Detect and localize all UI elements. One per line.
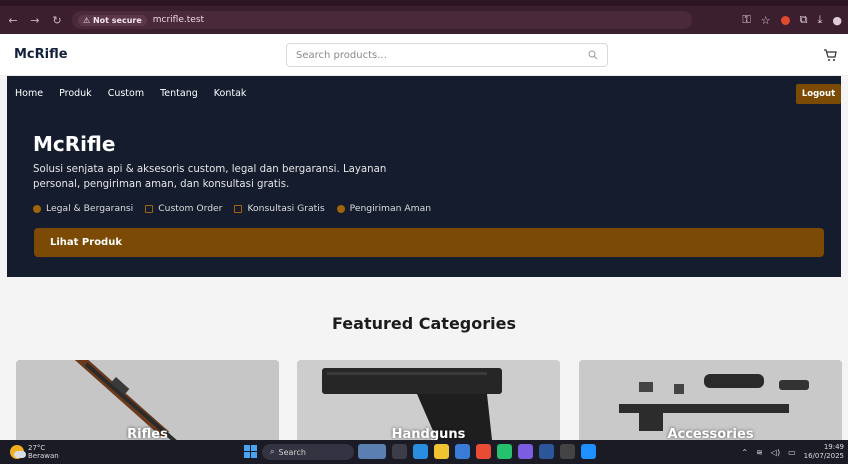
puzzle-icon[interactable]: ⧉ — [800, 13, 808, 27]
system-tray: ⌃ ≋ ◁) ▭ 19:49 16/07/2025 — [741, 443, 844, 461]
view-products-button[interactable]: Lihat Produk — [34, 228, 824, 257]
truck-icon — [336, 204, 345, 213]
feature-label: Pengiriman Aman — [349, 203, 432, 214]
clock[interactable]: 19:49 16/07/2025 — [804, 443, 844, 461]
os-taskbar: 27°C Berawan ⌕ Search ⌃ ≋ ◁) ▭ 19:49 16/… — [0, 440, 848, 464]
app-icon[interactable] — [518, 444, 533, 459]
nav-item-custom[interactable]: Custom — [108, 88, 144, 99]
feature-label: Legal & Bergaransi — [46, 203, 134, 214]
download-icon[interactable]: ⤓ — [818, 13, 823, 27]
security-badge[interactable]: ⚠ Not secure — [78, 14, 147, 26]
logout-button[interactable]: Logout — [796, 84, 841, 104]
store-icon[interactable] — [455, 444, 470, 459]
site-logo[interactable]: McRifle — [14, 47, 68, 62]
hero-section: Home Produk Custom Tentang Kontak Logout… — [7, 76, 841, 277]
feature-label: Konsultasi Gratis — [247, 203, 325, 214]
search-placeholder: Search products... — [296, 49, 387, 61]
feature-item: Custom Order — [145, 203, 222, 214]
screen: ← → ↻ ⚠ Not secure mcrifle.test ⚿ ☆ ⧉ ⤓ … — [0, 0, 848, 464]
temperature: 27°C — [28, 444, 46, 452]
search-input[interactable]: Search products... — [286, 43, 608, 67]
feature-item: Konsultasi Gratis — [234, 203, 325, 214]
category-label: Handguns — [391, 427, 466, 440]
file-explorer-icon[interactable] — [434, 444, 449, 459]
taskbar-search[interactable]: ⌕ Search — [262, 444, 354, 460]
extension-icon[interactable] — [780, 15, 790, 25]
forward-icon[interactable]: → — [28, 14, 42, 27]
security-label: Not secure — [92, 15, 142, 25]
hero-title: McRifle — [33, 132, 116, 156]
task-view-icon[interactable] — [392, 444, 407, 459]
weather-text: Berawan — [28, 452, 59, 460]
profile-icon[interactable]: ● — [832, 14, 842, 27]
category-card-rifles[interactable]: Rifles — [16, 360, 279, 440]
start-icon[interactable] — [244, 445, 257, 458]
main-nav: Home Produk Custom Tentang Kontak — [15, 88, 246, 99]
category-card-accessories[interactable]: Accessories — [579, 360, 842, 440]
nav-item-kontak[interactable]: Kontak — [214, 88, 247, 99]
category-label: Accessories — [667, 427, 754, 440]
url-text: mcrifle.test — [152, 15, 205, 25]
chat-icon — [234, 204, 243, 213]
reload-icon[interactable]: ↻ — [50, 14, 64, 27]
wifi-icon[interactable]: ≋ — [756, 448, 763, 457]
address-bar[interactable]: ⚠ Not secure mcrifle.test — [72, 11, 692, 29]
category-card-handguns[interactable]: Handguns — [297, 360, 560, 440]
key-icon[interactable]: ⚿ — [742, 13, 750, 27]
nav-item-home[interactable]: Home — [15, 88, 43, 99]
feature-item: Pengiriman Aman — [336, 203, 432, 214]
app-icon[interactable] — [581, 444, 596, 459]
site-header: McRifle Search products... — [0, 34, 848, 76]
search-icon — [588, 50, 598, 60]
featured-title: Featured Categories — [332, 314, 516, 333]
browser-toolbar: ← → ↻ ⚠ Not secure mcrifle.test ⚿ ☆ ⧉ ⤓ … — [0, 6, 848, 34]
battery-icon[interactable]: ▭ — [788, 448, 796, 457]
widget-icon[interactable] — [358, 444, 386, 459]
search-icon: ⌕ — [270, 447, 275, 456]
time: 19:49 — [823, 443, 844, 451]
custom-order-icon — [145, 204, 154, 213]
word-icon[interactable] — [539, 444, 554, 459]
feature-item: Legal & Bergaransi — [33, 203, 133, 214]
browser-chrome: ← → ↻ ⚠ Not secure mcrifle.test ⚿ ☆ ⧉ ⤓ … — [0, 0, 848, 34]
terminal-icon[interactable] — [560, 444, 575, 459]
weather-icon — [10, 445, 26, 459]
nav-item-produk[interactable]: Produk — [59, 88, 92, 99]
cart-icon[interactable] — [822, 47, 838, 63]
browser-actions: ⚿ ☆ ⧉ ⤓ ● — [742, 13, 842, 27]
feature-list: Legal & Bergaransi Custom Order Konsulta… — [33, 203, 431, 214]
date: 16/07/2025 — [803, 452, 844, 460]
weather-widget[interactable]: 27°C Berawan — [0, 444, 59, 460]
shield-icon — [33, 204, 41, 213]
back-icon[interactable]: ← — [6, 14, 20, 27]
taskbar-search-label: Search — [278, 447, 306, 457]
chevron-up-icon[interactable]: ⌃ — [741, 448, 748, 457]
whatsapp-icon[interactable] — [497, 444, 512, 459]
bookmark-star-icon[interactable]: ☆ — [761, 14, 771, 27]
taskbar-apps — [358, 444, 596, 459]
nav-item-tentang[interactable]: Tentang — [160, 88, 198, 99]
feature-label: Custom Order — [158, 203, 223, 214]
chrome-icon[interactable] — [476, 444, 491, 459]
edge-icon[interactable] — [413, 444, 428, 459]
category-label: Rifles — [127, 427, 168, 440]
hero-description: Solusi senjata api & aksesoris custom, l… — [33, 164, 387, 190]
volume-icon[interactable]: ◁) — [771, 448, 780, 457]
